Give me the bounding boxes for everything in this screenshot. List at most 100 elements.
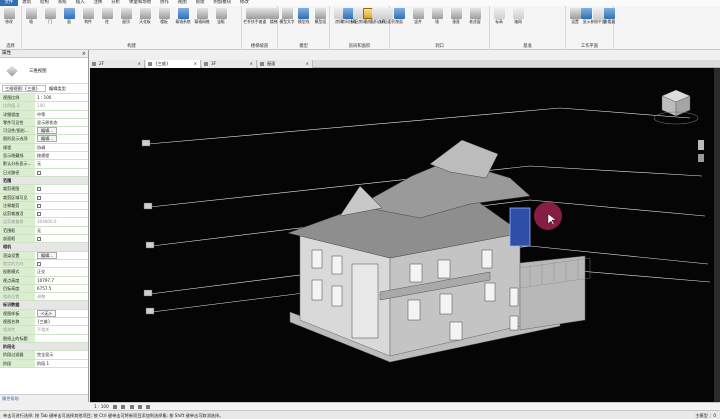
view-tab[interactable]: 3F × [202,60,257,68]
property-edit-button[interactable]: <无> [37,309,56,317]
property-value[interactable]: 6757.5 [35,284,88,293]
property-value[interactable]: 显示原状态 [35,118,88,127]
ribbon-button[interactable]: 柱 [99,8,115,38]
checkbox[interactable] [37,195,41,200]
ribbon-button-label: 修改 [5,19,13,24]
property-value[interactable]: 调整 [35,293,88,301]
ribbon-button[interactable]: 按面 [391,8,407,38]
ribbon-button[interactable]: 垂直 [448,8,464,38]
property-value[interactable]: 304800.0 [35,218,88,226]
view-tab[interactable]: 屋面 × [258,60,313,68]
property-value[interactable]: 10797.7 [35,276,88,284]
vertical-scrollbar[interactable] [714,68,720,402]
property-value[interactable]: {三维} [35,318,88,326]
property-value[interactable]: 协调 [35,143,88,152]
property-edit-button[interactable]: 编辑... [37,135,58,143]
ribbon-button[interactable]: 模型线 [296,8,312,38]
view-tab[interactable]: 2F × [90,60,145,68]
ribbon-button[interactable]: 修改 [1,8,17,38]
selected-window [509,207,531,247]
ribbon-button[interactable]: 墙 [23,8,39,38]
property-value[interactable]: 编辑... [35,127,88,135]
property-value[interactable]: 1 : 100 [35,94,88,102]
crop-view-icon[interactable] [146,405,151,409]
property-value[interactable]: <无> [35,309,88,318]
ribbon-button[interactable]: 构件 [80,8,96,38]
ribbon-button[interactable]: 竖梃 [213,8,229,38]
property-name: 注释裁剪 [0,201,35,210]
ribbon-button[interactable]: 幕墙系统 [175,8,191,38]
property-value[interactable] [35,168,88,176]
property-value[interactable] [35,193,88,201]
property-value[interactable]: 100 [35,102,88,110]
ribbon-button[interactable]: 门 [42,8,58,38]
type-selector[interactable]: 三维视图 [0,58,88,84]
detail-level-icon[interactable] [113,405,118,409]
ribbon-button[interactable]: 楼板 [156,8,172,38]
navigation-bar[interactable] [698,140,704,162]
3d-viewport[interactable] [90,68,715,402]
close-tab-icon[interactable]: × [305,60,309,68]
ribbon-button[interactable]: 幕墙网格 [194,8,210,38]
view-cube[interactable] [653,89,699,125]
roof-icon [120,8,132,19]
dormer-icon [469,8,481,19]
checkbox[interactable] [37,187,41,192]
close-tab-icon[interactable]: × [193,60,197,68]
filter-count[interactable]: ：0 [709,413,716,418]
checkbox[interactable] [37,212,41,217]
property-value[interactable] [35,334,88,342]
property-value[interactable] [35,201,88,210]
visual-style-icon[interactable] [121,405,126,409]
ribbon-button[interactable]: 模型组 [312,8,328,38]
ribbon-button[interactable]: 模型文字 [279,8,295,38]
instance-dropdown[interactable]: 三维视图: {三维} [2,85,46,92]
view-tab[interactable]: {三维} × [146,60,201,68]
curtain-system-icon [177,8,189,19]
edit-type-button[interactable]: 编辑类型 [49,86,66,92]
property-value[interactable]: 编辑... [35,135,88,143]
arrow-cursor-icon [3,8,15,19]
checkbox[interactable] [37,203,41,208]
ribbon-button[interactable]: 天花板 [137,8,153,38]
ribbon-button[interactable]: 屋顶 [118,8,134,38]
ribbon-button[interactable]: 查看器 [602,8,618,38]
property-value[interactable]: 正交 [35,268,88,276]
checkbox[interactable] [37,237,41,242]
property-value[interactable]: 中等 [35,110,88,118]
property-row: 相关性 不相关 [0,326,88,335]
ribbon-button[interactable]: 标高 [491,8,507,38]
ribbon-group: 修改 选择 [0,6,22,50]
ribbon-button[interactable]: 轴网 [510,8,526,38]
checkbox[interactable] [37,261,41,266]
property-name: 相关性 [0,326,35,334]
shadows-icon[interactable] [138,405,143,409]
ribbon-button[interactable]: 老虎窗 [467,8,483,38]
property-edit-button[interactable]: 编辑... [37,127,58,135]
sun-path-icon[interactable] [129,405,134,409]
property-value[interactable]: 编辑... [35,251,88,259]
close-icon[interactable]: × [82,50,86,58]
close-tab-icon[interactable]: × [249,60,253,68]
ribbon-button-label: 竖井 [414,19,422,24]
property-edit-button[interactable]: 编辑... [37,251,58,259]
active-model[interactable]: 主模型 [695,413,708,418]
view-scale[interactable]: 1 : 100 [94,404,109,409]
property-value[interactable] [35,185,88,193]
properties-help-link[interactable]: 属性帮助 [0,394,88,402]
close-tab-icon[interactable]: × [137,60,141,68]
ribbon-button[interactable]: 竖井 [410,8,426,38]
ribbon-button[interactable]: 墙 [429,8,445,38]
property-value[interactable]: 按规程 [35,152,88,160]
ribbon-button-label: 模型线 [297,19,310,24]
property-value[interactable]: 无 [35,226,88,235]
property-value[interactable]: 完全显示 [35,351,88,359]
property-value[interactable] [35,235,88,243]
property-value[interactable] [35,259,88,268]
property-value[interactable]: 无 [35,160,88,168]
property-value[interactable] [35,210,88,218]
property-value[interactable]: 不相关 [35,326,88,334]
checkbox[interactable] [37,170,41,175]
ribbon-button[interactable]: 窗 [61,8,77,38]
property-value[interactable]: 阶段 1 [35,359,88,367]
